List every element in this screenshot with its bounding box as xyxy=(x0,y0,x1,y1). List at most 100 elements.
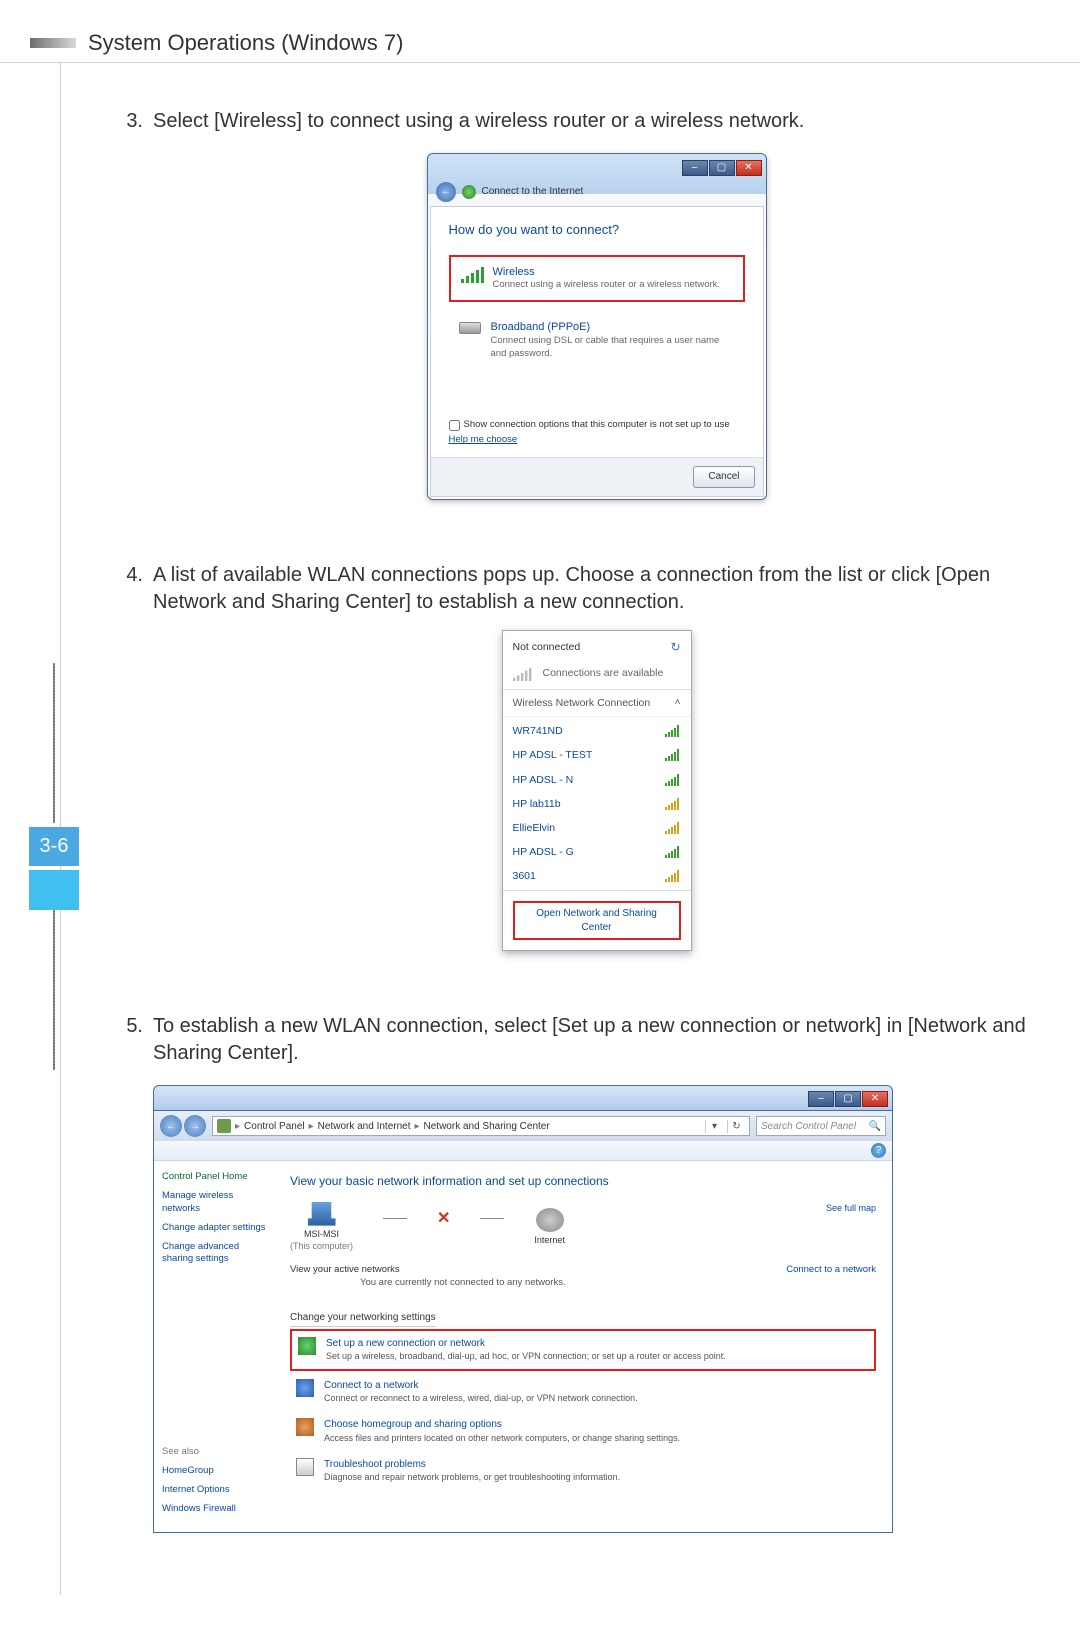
setup-connection-icon xyxy=(298,1337,316,1355)
signal-bars-icon xyxy=(665,822,681,834)
breadcrumb-item[interactable]: Network and Sharing Center xyxy=(424,1120,550,1134)
sidebar-link[interactable]: Windows Firewall xyxy=(162,1503,266,1516)
wifi-item[interactable]: WR741ND xyxy=(503,719,691,743)
minimize-button[interactable]: – xyxy=(682,160,708,176)
step-text: A list of available WLAN connections pop… xyxy=(153,564,990,613)
help-icon[interactable]: ? xyxy=(871,1143,886,1158)
maximize-button[interactable]: ▢ xyxy=(835,1091,861,1107)
breadcrumb-bar[interactable]: ▸ Control Panel ▸ Network and Internet ▸… xyxy=(212,1116,750,1136)
connect-network-link[interactable]: Connect to a network xyxy=(786,1264,876,1277)
signal-bars-icon xyxy=(665,846,681,858)
task-title: Troubleshoot problems xyxy=(324,1458,620,1472)
close-button[interactable]: ✕ xyxy=(736,160,762,176)
chapter-title: System Operations (Windows 7) xyxy=(88,30,403,56)
wifi-item[interactable]: HP ADSL - TEST xyxy=(503,743,691,767)
globe-icon xyxy=(536,1208,564,1232)
instruction-list: 3. Select [Wireless] to connect using a … xyxy=(121,108,1040,1533)
disconnected-icon: ✕ xyxy=(437,1208,450,1230)
node-label: Internet xyxy=(534,1234,565,1246)
troubleshoot-icon xyxy=(296,1458,314,1476)
help-link[interactable]: Help me choose xyxy=(449,434,518,447)
dotted-rule-bottom xyxy=(53,910,55,1070)
page-number-accent xyxy=(29,870,79,910)
node-label: MSI-MSI xyxy=(290,1228,353,1240)
task-title: Set up a new connection or network xyxy=(326,1337,726,1351)
step-number: 5. xyxy=(121,1013,143,1532)
option-broadband[interactable]: Broadband (PPPoE) Connect using DSL or c… xyxy=(449,312,745,368)
option-wireless[interactable]: Wireless Connect using a wireless router… xyxy=(449,255,745,303)
back-button[interactable]: ← xyxy=(436,182,456,202)
task-title: Connect to a network xyxy=(324,1379,638,1393)
breadcrumb-item[interactable]: Network and Internet xyxy=(318,1120,411,1134)
modem-icon xyxy=(459,322,481,334)
wizard-title: Connect to the Internet xyxy=(482,185,584,199)
connect-internet-dialog: – ▢ ✕ ← Connect to the Internet How do y… xyxy=(427,153,767,500)
wifi-item[interactable]: HP lab11b xyxy=(503,792,691,816)
address-dropdown[interactable]: ▾ xyxy=(705,1120,723,1134)
option-desc: Connect using DSL or cable that requires… xyxy=(491,335,735,361)
sidebar-link[interactable]: Change advanced sharing settings xyxy=(162,1241,266,1267)
step-3: 3. Select [Wireless] to connect using a … xyxy=(121,108,1040,540)
search-icon: 🔍 xyxy=(869,1120,881,1134)
homegroup-icon xyxy=(296,1418,314,1436)
sidebar-link[interactable]: Change adapter settings xyxy=(162,1222,266,1235)
sidebar-link[interactable]: HomeGroup xyxy=(162,1465,266,1478)
back-button[interactable]: ← xyxy=(160,1115,182,1137)
page-number: 3-6 xyxy=(29,827,79,866)
wizard-breadcrumb: ← Connect to the Internet xyxy=(428,180,766,204)
wizard-question: How do you want to connect? xyxy=(449,221,745,239)
signal-bars-icon xyxy=(665,798,681,810)
network-sharing-center-window: – ▢ ✕ ← → ▸ xyxy=(153,1085,893,1532)
minimize-button[interactable]: – xyxy=(808,1091,834,1107)
page-body: 3-6 3. Select [Wireless] to connect usin… xyxy=(60,63,1040,1595)
active-networks-label: View your active networks xyxy=(290,1264,400,1275)
see-also-label: See also xyxy=(162,1446,266,1459)
wifi-item[interactable]: HP ADSL - G xyxy=(503,840,691,864)
show-options-checkbox[interactable]: Show connection options that this comput… xyxy=(449,419,745,432)
connect-network-icon xyxy=(296,1379,314,1397)
step-5: 5. To establish a new WLAN connection, s… xyxy=(121,1013,1040,1532)
step-text: To establish a new WLAN connection, sele… xyxy=(153,1015,1026,1064)
task-setup-connection[interactable]: Set up a new connection or network Set u… xyxy=(290,1329,876,1371)
change-settings-label: Change your networking settings xyxy=(290,1311,436,1327)
control-panel-icon xyxy=(217,1119,231,1133)
refresh-icon[interactable]: ↻ xyxy=(670,639,680,655)
step-text: Select [Wireless] to connect using a wir… xyxy=(153,110,804,132)
wifi-item[interactable]: 3601 xyxy=(503,864,691,888)
wifi-flyout: Not connected ↻ Connections are availabl… xyxy=(502,630,692,952)
open-network-center-link[interactable]: Open Network and Sharing Center xyxy=(513,901,681,940)
maximize-button[interactable]: ▢ xyxy=(709,160,735,176)
wifi-name: HP ADSL - G xyxy=(513,845,574,859)
breadcrumb-item[interactable]: Control Panel xyxy=(244,1120,305,1134)
task-troubleshoot[interactable]: Troubleshoot problems Diagnose and repai… xyxy=(290,1452,876,1490)
not-connected-label: Not connected xyxy=(513,640,581,654)
see-full-map-link[interactable]: See full map xyxy=(826,1202,876,1214)
signal-bars-icon xyxy=(665,870,681,882)
sidebar-link[interactable]: Internet Options xyxy=(162,1484,266,1497)
cancel-button[interactable]: Cancel xyxy=(693,466,754,488)
wifi-name: HP lab11b xyxy=(513,797,561,811)
wifi-list: WR741ND HP ADSL - TEST HP ADSL - N HP la… xyxy=(503,717,691,890)
main-pane: View your basic network information and … xyxy=(274,1161,892,1531)
wifi-item[interactable]: HP ADSL - N xyxy=(503,768,691,792)
signal-bars-icon xyxy=(665,749,681,761)
signal-bars-icon xyxy=(513,668,531,681)
search-input[interactable]: Search Control Panel 🔍 xyxy=(756,1116,886,1136)
task-connect-network[interactable]: Connect to a network Connect or reconnec… xyxy=(290,1373,876,1411)
task-desc: Diagnose and repair network problems, or… xyxy=(324,1471,620,1483)
task-homegroup[interactable]: Choose homegroup and sharing options Acc… xyxy=(290,1412,876,1450)
network-map: MSI-MSI (This computer) ✕ xyxy=(290,1202,876,1252)
close-button[interactable]: ✕ xyxy=(862,1091,888,1107)
refresh-icon[interactable]: ↻ xyxy=(727,1120,745,1134)
sidebar-home-link[interactable]: Control Panel Home xyxy=(162,1171,266,1184)
search-placeholder: Search Control Panel xyxy=(761,1120,856,1134)
sidebar-link[interactable]: Manage wireless networks xyxy=(162,1190,266,1216)
forward-button[interactable]: → xyxy=(184,1115,206,1137)
checkbox-input[interactable] xyxy=(449,420,460,431)
option-title: Broadband (PPPoE) xyxy=(491,320,735,335)
chevron-up-icon[interactable]: ˄ xyxy=(675,696,681,710)
page-header: System Operations (Windows 7) xyxy=(30,30,1040,56)
computer-icon xyxy=(308,1202,336,1226)
dotted-rule-top xyxy=(53,663,55,823)
wifi-item[interactable]: EllieElvin xyxy=(503,816,691,840)
